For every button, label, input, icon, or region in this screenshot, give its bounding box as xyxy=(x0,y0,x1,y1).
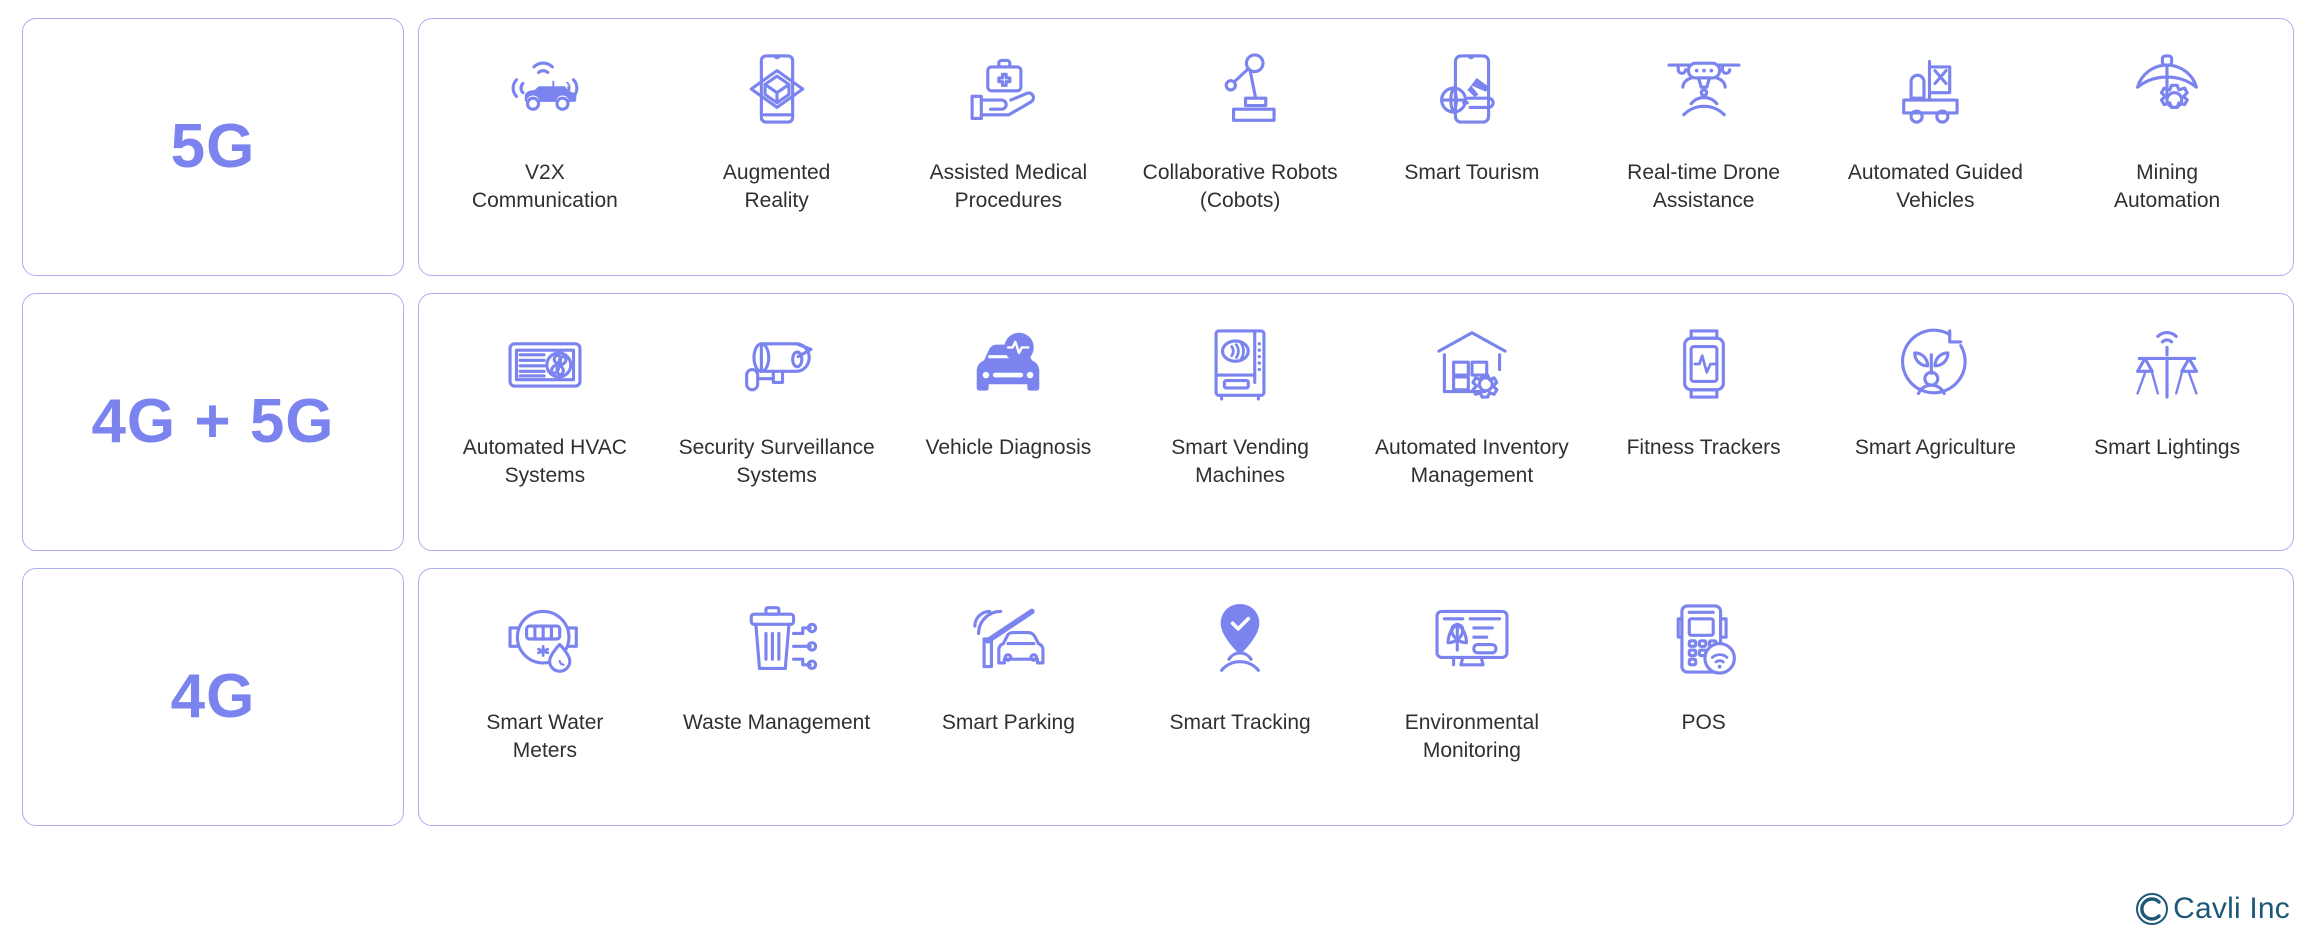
circled-c-logo-icon xyxy=(2136,893,2169,925)
use-case-label: Smart Parking xyxy=(941,711,1075,734)
use-case-label: Smart Tourism xyxy=(1404,161,1540,184)
items-grid-5g: V2X Communication Augmented Reality Assi… xyxy=(429,37,2283,214)
use-case-smart-lightings[interactable]: Smart Lightings xyxy=(2051,312,2283,489)
use-case-automated-guided-vehicles[interactable]: Automated Guided Vehicles xyxy=(1820,37,2052,214)
use-case-label: Waste Management xyxy=(683,711,871,734)
trash-bin-network-icon xyxy=(731,587,823,691)
use-case-pos[interactable]: POS xyxy=(1588,587,1820,764)
use-case-realtime-drone-assistance[interactable]: Real-time Drone Assistance xyxy=(1588,37,1820,214)
items-grid-4g: Smart Water Meters Waste Management Smar… xyxy=(429,587,2283,764)
use-case-label: V2X Communication xyxy=(471,161,618,212)
tier-label-card-5g: 5G xyxy=(22,18,404,276)
location-pin-signal-icon xyxy=(1194,587,1286,691)
drone-signal-icon xyxy=(1658,37,1750,141)
use-case-label: Fitness Trackers xyxy=(1626,436,1781,459)
use-case-smart-water-meters[interactable]: Smart Water Meters xyxy=(429,587,661,764)
use-case-label: Automated Inventory Management xyxy=(1374,436,1569,487)
car-pulse-diagnostic-icon xyxy=(962,312,1054,416)
parking-barrier-car-icon xyxy=(962,587,1054,691)
use-case-fitness-trackers[interactable]: Fitness Trackers xyxy=(1588,312,1820,489)
use-case-smart-parking[interactable]: Smart Parking xyxy=(893,587,1125,764)
use-case-automated-hvac-systems[interactable]: Automated HVAC Systems xyxy=(429,312,661,489)
smartwatch-heartbeat-icon xyxy=(1658,312,1750,416)
use-case-label: Smart Vending Machines xyxy=(1171,436,1309,487)
use-case-mining-automation[interactable]: Mining Automation xyxy=(2051,37,2283,214)
tier-row-5g: 5G V2X Communication Augmented Reality A… xyxy=(22,18,2294,276)
use-case-v2x-communication[interactable]: V2X Communication xyxy=(429,37,661,214)
tier-row-4g: 4G Smart Water Meters Waste Management S… xyxy=(22,568,2294,826)
robot-arm-icon xyxy=(1194,37,1286,141)
tier-items-card-4g-5g: Automated HVAC Systems Security Surveill… xyxy=(418,293,2294,551)
use-case-automated-inventory-management[interactable]: Automated Inventory Management xyxy=(1356,312,1588,489)
use-case-label: Vehicle Diagnosis xyxy=(925,436,1092,459)
pickaxe-gear-icon xyxy=(2121,37,2213,141)
use-case-label: Smart Tracking xyxy=(1169,711,1311,734)
use-case-label: Assisted Medical Procedures xyxy=(929,161,1088,212)
use-case-security-surveillance-systems[interactable]: Security Surveillance Systems xyxy=(661,312,893,489)
use-case-assisted-medical-procedures[interactable]: Assisted Medical Procedures xyxy=(893,37,1125,214)
tier-items-card-4g: Smart Water Meters Waste Management Smar… xyxy=(418,568,2294,826)
connected-car-v2x-icon xyxy=(499,37,591,141)
brand-logo: Cavli Inc xyxy=(2135,892,2290,926)
water-meter-droplet-icon xyxy=(499,587,591,691)
phone-globe-plane-icon xyxy=(1426,37,1518,141)
use-case-vehicle-diagnosis[interactable]: Vehicle Diagnosis xyxy=(893,312,1125,489)
use-case-label: Smart Agriculture xyxy=(1854,436,2016,459)
pos-terminal-wifi-icon xyxy=(1658,587,1750,691)
monitor-leaf-icon xyxy=(1426,587,1518,691)
warehouse-gear-icon xyxy=(1426,312,1518,416)
use-case-label: Automated HVAC Systems xyxy=(462,436,627,487)
use-case-label: Automated Guided Vehicles xyxy=(1847,161,2023,212)
forklift-agv-icon xyxy=(1889,37,1981,141)
use-case-label: Collaborative Robots (Cobots) xyxy=(1142,161,1338,212)
tier-items-card-5g: V2X Communication Augmented Reality Assi… xyxy=(418,18,2294,276)
use-case-collaborative-robots[interactable]: Collaborative Robots (Cobots) xyxy=(1124,37,1356,214)
brand-name: Cavli Inc xyxy=(2173,892,2290,925)
use-case-environmental-monitoring[interactable]: Environmental Monitoring xyxy=(1356,587,1588,764)
use-case-label: POS xyxy=(1681,711,1726,734)
street-lamp-signal-icon xyxy=(2121,312,2213,416)
tier-row-4g-5g: 4G + 5G Automated HVAC Systems Security … xyxy=(22,293,2294,551)
use-case-label: Smart Lightings xyxy=(2094,436,2241,459)
use-case-smart-vending-machines[interactable]: Smart Vending Machines xyxy=(1124,312,1356,489)
agriculture-circle-icon xyxy=(1889,312,1981,416)
use-case-label: Real-time Drone Assistance xyxy=(1627,161,1781,212)
use-case-waste-management[interactable]: Waste Management xyxy=(661,587,893,764)
cctv-camera-icon xyxy=(731,312,823,416)
use-case-smart-agriculture[interactable]: Smart Agriculture xyxy=(1820,312,2052,489)
use-case-board: 5G V2X Communication Augmented Reality A… xyxy=(0,0,2316,940)
tier-label-4g: 4G xyxy=(170,662,256,731)
phone-ar-cube-icon xyxy=(731,37,823,141)
tier-label-card-4g-5g: 4G + 5G xyxy=(22,293,404,551)
use-case-smart-tourism[interactable]: Smart Tourism xyxy=(1356,37,1588,214)
hand-medical-kit-icon xyxy=(962,37,1054,141)
hvac-vent-fan-icon xyxy=(499,312,591,416)
tier-label-4g-5g: 4G + 5G xyxy=(91,387,335,456)
use-case-augmented-reality[interactable]: Augmented Reality xyxy=(661,37,893,214)
tier-label-5g: 5G xyxy=(170,112,256,181)
use-case-label: Mining Automation xyxy=(2114,161,2221,212)
use-case-label: Augmented Reality xyxy=(722,161,831,212)
vending-machine-nfc-icon xyxy=(1194,312,1286,416)
use-case-label: Environmental Monitoring xyxy=(1404,711,1539,762)
use-case-label: Smart Water Meters xyxy=(486,711,604,762)
tier-label-card-4g: 4G xyxy=(22,568,404,826)
use-case-smart-tracking[interactable]: Smart Tracking xyxy=(1124,587,1356,764)
items-grid-4g-5g: Automated HVAC Systems Security Surveill… xyxy=(429,312,2283,489)
use-case-label: Security Surveillance Systems xyxy=(678,436,875,487)
